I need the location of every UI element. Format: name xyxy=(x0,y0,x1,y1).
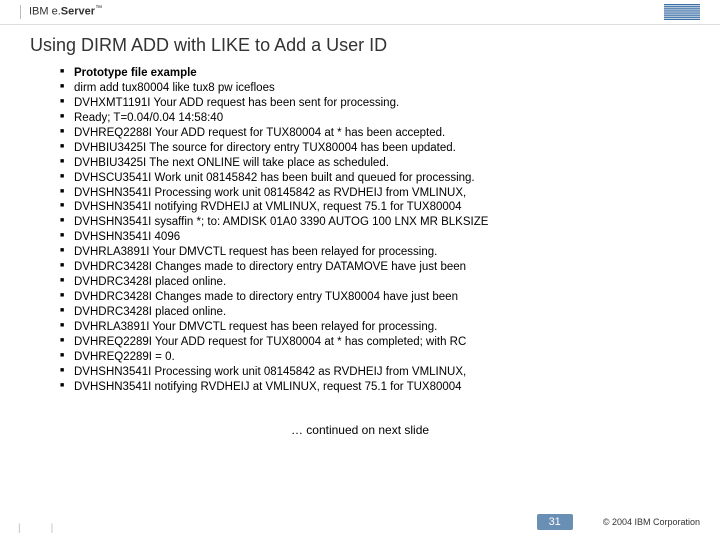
bullet-item: DVHXMT1191I Your ADD request has been se… xyxy=(60,96,660,111)
pipe-mark: | xyxy=(51,523,54,534)
brand-block: IBM e.Server™ xyxy=(20,5,102,19)
continued-note: … continued on next slide xyxy=(60,395,660,437)
bullet-item: DVHSHN3541I notifying RVDHEIJ at VMLINUX… xyxy=(60,380,660,395)
slide-content: Prototype file exampledirm add tux80004 … xyxy=(0,62,720,437)
copyright-text: © 2004 IBM Corporation xyxy=(603,517,700,527)
bullet-item: dirm add tux80004 like tux8 pw icefloes xyxy=(60,81,660,96)
bullet-item: DVHDRC3428I placed online. xyxy=(60,305,660,320)
slide-title: Using DIRM ADD with LIKE to Add a User I… xyxy=(0,25,720,62)
slide-header: IBM e.Server™ xyxy=(0,0,720,25)
bullet-item: DVHSHN3541I notifying RVDHEIJ at VMLINUX… xyxy=(60,200,660,215)
decorative-marks: | | xyxy=(18,523,53,534)
bullet-item: DVHRLA3891I Your DMVCTL request has been… xyxy=(60,245,660,260)
slide-footer: 31 © 2004 IBM Corporation xyxy=(537,514,700,530)
ibm-logo-icon xyxy=(664,4,700,20)
bullet-item: DVHSHN3541I sysaffin *; to: AMDISK 01A0 … xyxy=(60,215,660,230)
bullet-item: DVHDRC3428I placed online. xyxy=(60,275,660,290)
bullet-item: DVHREQ2289I Your ADD request for TUX8000… xyxy=(60,335,660,350)
bullet-item: DVHBIU3425I The source for directory ent… xyxy=(60,141,660,156)
brand-prefix: IBM e. xyxy=(29,6,61,18)
trademark: ™ xyxy=(95,5,102,12)
pipe-mark: | xyxy=(18,523,21,534)
bullet-heading: Prototype file example xyxy=(60,66,660,81)
bullet-item: DVHBIU3425I The next ONLINE will take pl… xyxy=(60,156,660,171)
bullet-list: Prototype file exampledirm add tux80004 … xyxy=(60,66,660,395)
page-number: 31 xyxy=(537,514,573,530)
bullet-item: DVHSHN3541I Processing work unit 0814584… xyxy=(60,365,660,380)
bullet-item: Ready; T=0.04/0.04 14:58:40 xyxy=(60,111,660,126)
bullet-item: DVHRLA3891I Your DMVCTL request has been… xyxy=(60,320,660,335)
brand-suffix: Server xyxy=(61,6,95,18)
brand-text: IBM e.Server™ xyxy=(29,5,102,18)
bullet-item: DVHREQ2288I Your ADD request for TUX8000… xyxy=(60,126,660,141)
header-divider xyxy=(20,5,21,19)
bullet-item: DVHSHN3541I 4096 xyxy=(60,230,660,245)
bullet-item: DVHDRC3428I Changes made to directory en… xyxy=(60,290,660,305)
bullet-item: DVHSHN3541I Processing work unit 0814584… xyxy=(60,186,660,201)
bullet-item: DVHDRC3428I Changes made to directory en… xyxy=(60,260,660,275)
bullet-item: DVHREQ2289I = 0. xyxy=(60,350,660,365)
bullet-item: DVHSCU3541I Work unit 08145842 has been … xyxy=(60,171,660,186)
